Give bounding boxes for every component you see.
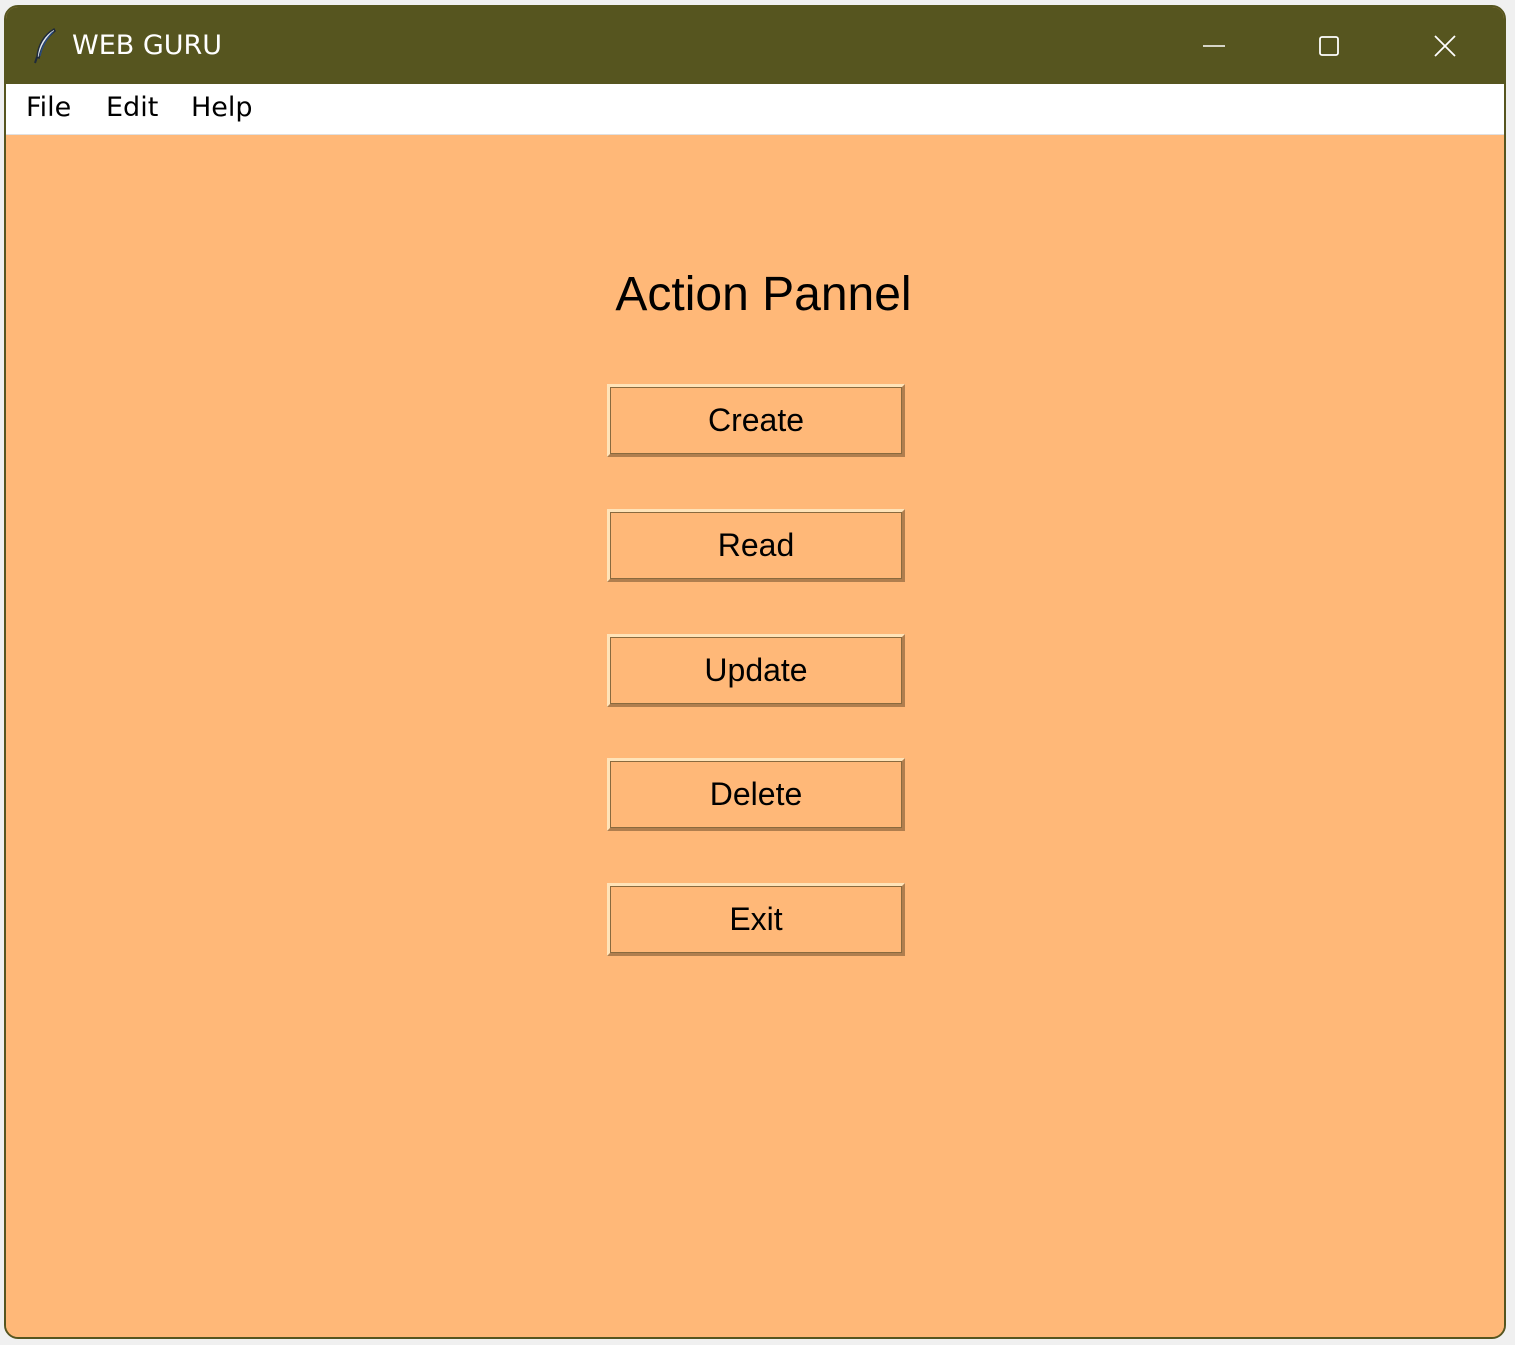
action-panel: Action Pannel Create Read Update Delete …: [6, 135, 1504, 1337]
menu-file[interactable]: File: [24, 90, 73, 126]
read-button[interactable]: Read: [607, 509, 905, 582]
minimize-button[interactable]: [1159, 7, 1269, 84]
close-button[interactable]: [1390, 7, 1500, 84]
app-window: WEB GURU File Edit Help Action Pannel Cr…: [4, 5, 1506, 1339]
menu-help[interactable]: Help: [189, 90, 255, 126]
close-icon: [1434, 34, 1456, 57]
delete-button[interactable]: Delete: [607, 758, 905, 831]
panel-title: Action Pannel: [615, 268, 912, 321]
minimize-icon: [1203, 35, 1225, 57]
update-button[interactable]: Update: [607, 634, 905, 707]
exit-button[interactable]: Exit: [607, 883, 905, 956]
feather-icon: [32, 27, 60, 65]
maximize-button[interactable]: [1274, 7, 1384, 84]
title-bar[interactable]: WEB GURU: [6, 7, 1504, 84]
menu-bar: File Edit Help: [6, 84, 1504, 135]
maximize-icon: [1318, 35, 1340, 57]
window-title: WEB GURU: [72, 30, 223, 61]
create-button[interactable]: Create: [607, 384, 905, 457]
menu-edit[interactable]: Edit: [104, 90, 160, 126]
